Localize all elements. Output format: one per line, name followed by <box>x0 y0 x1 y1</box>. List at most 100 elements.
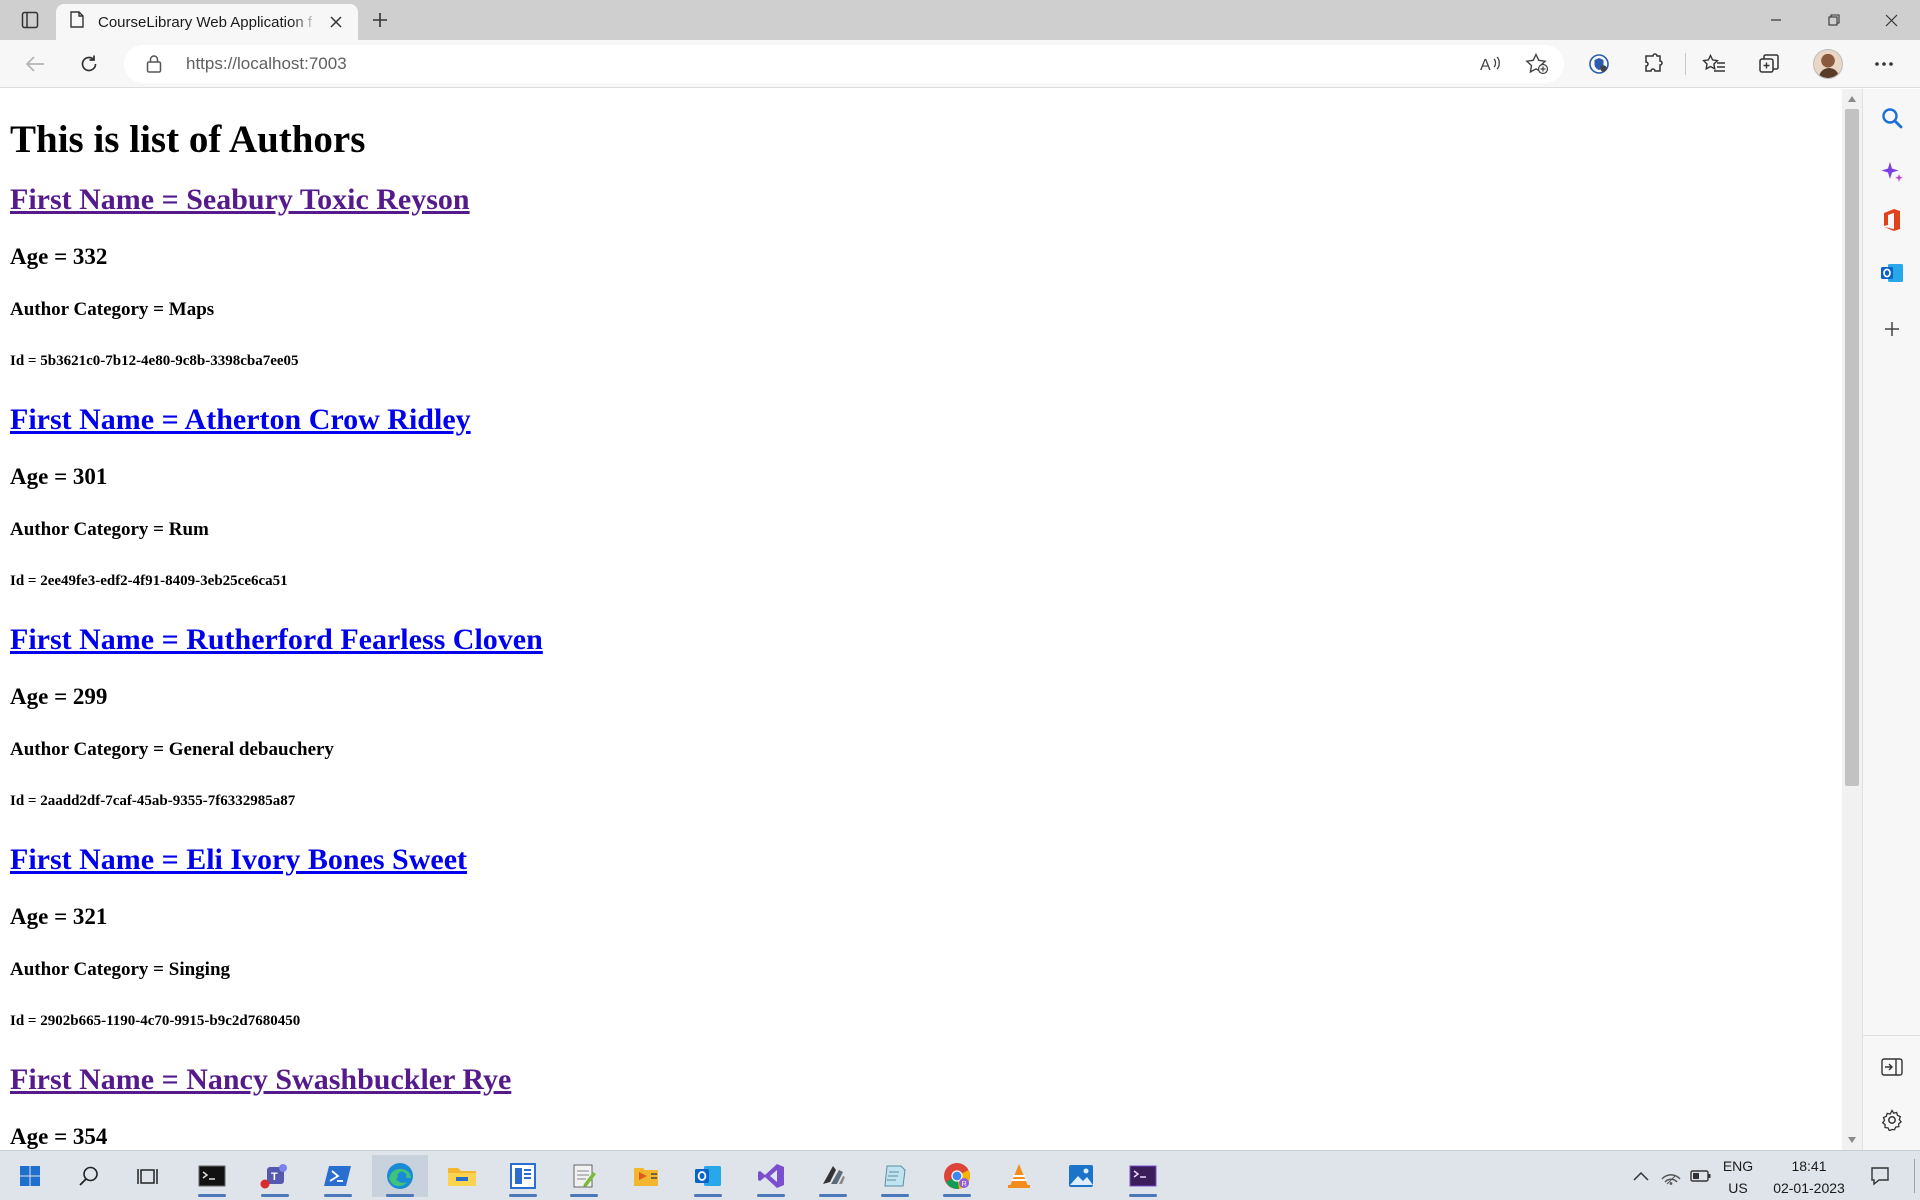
add-favorite-icon[interactable] <box>1522 50 1552 78</box>
notes-app-icon[interactable] <box>867 1155 923 1197</box>
address-bar[interactable]: https://localhost:7003 A <box>124 45 1564 83</box>
wifi-icon[interactable] <box>1659 1164 1683 1188</box>
photos-app-icon[interactable] <box>1053 1155 1109 1197</box>
browser-essentials-icon[interactable] <box>1582 48 1616 80</box>
running-indicator <box>324 1194 352 1197</box>
teams-app-icon[interactable]: T <box>247 1155 303 1197</box>
url-text[interactable]: https://localhost:7003 <box>186 54 347 74</box>
add-sidebar-app-icon[interactable] <box>1878 315 1906 343</box>
favorites-icon[interactable] <box>1697 48 1731 80</box>
tab-title: CourseLibrary Web Application f <box>98 13 312 31</box>
battery-icon[interactable] <box>1689 1164 1713 1188</box>
lock-icon[interactable] <box>146 54 162 78</box>
show-hidden-icons-chevron-icon[interactable] <box>1629 1164 1653 1188</box>
toolbar-separator <box>1685 53 1686 75</box>
restore-button[interactable] <box>1805 0 1863 40</box>
author-id: Id = 2ee49fe3-edf2-4f91-8409-3eb25ce6ca5… <box>10 573 288 589</box>
outlook-app-icon[interactable] <box>680 1155 736 1197</box>
show-desktop-button[interactable] <box>1914 1159 1915 1193</box>
search-icon[interactable] <box>1878 104 1906 132</box>
sidebar-divider <box>1863 1035 1920 1036</box>
page-content: This is list of Authors First Name = Sea… <box>0 89 1842 1150</box>
running-indicator <box>570 1194 598 1197</box>
author-id: Id = 2902b665-1190-4c70-9915-b9c2d768045… <box>10 1013 301 1029</box>
author-id: Id = 5b3621c0-7b12-4e80-9c8b-3398cba7ee0… <box>10 353 299 369</box>
author-name-link[interactable]: First Name = Eli Ivory Bones Sweet <box>10 845 467 875</box>
running-indicator <box>509 1194 537 1197</box>
running-indicator <box>1129 1194 1157 1197</box>
outlook-icon[interactable] <box>1878 259 1906 287</box>
running-indicator <box>198 1194 226 1197</box>
collections-icon[interactable] <box>1752 48 1786 80</box>
hide-sidebar-icon[interactable] <box>1878 1053 1906 1081</box>
author-age: Age = 299 <box>10 684 108 709</box>
tab-actions-icon[interactable] <box>14 6 46 34</box>
author-age: Age = 354 <box>10 1124 108 1149</box>
author-age: Age = 301 <box>10 464 108 489</box>
author-entry: First Name = Atherton Crow Ridley Age = … <box>10 405 1832 589</box>
browser-tab[interactable]: CourseLibrary Web Application f <box>56 4 358 40</box>
chrome-app-icon[interactable]: R <box>929 1155 985 1197</box>
svg-text:T: T <box>271 1171 278 1183</box>
refresh-button[interactable] <box>72 48 106 80</box>
edge-sidebar <box>1862 89 1920 1150</box>
svg-text:R: R <box>962 1181 967 1188</box>
page-scrollbar[interactable] <box>1842 89 1862 1150</box>
terminal-app-icon[interactable] <box>184 1155 240 1197</box>
visual-studio-app-icon[interactable] <box>743 1155 799 1197</box>
clock[interactable]: 18:41 02-01-2023 <box>1766 1159 1852 1195</box>
author-entry: First Name = Seabury Toxic Reyson Age = … <box>10 185 1832 369</box>
office-icon[interactable] <box>1878 206 1906 234</box>
scroll-down-arrow-icon[interactable] <box>1842 1132 1862 1148</box>
file-transfer-app-icon[interactable] <box>618 1155 674 1197</box>
running-indicator <box>261 1194 289 1197</box>
file-explorer-icon[interactable] <box>434 1155 490 1197</box>
author-name-link[interactable]: First Name = Nancy Swashbuckler Rye <box>10 1065 511 1095</box>
git-client-app-icon[interactable] <box>805 1155 861 1197</box>
author-name-link[interactable]: First Name = Atherton Crow Ridley <box>10 405 471 435</box>
extensions-icon[interactable] <box>1636 48 1670 80</box>
task-view-icon[interactable] <box>120 1155 176 1197</box>
settings-more-icon[interactable] <box>1867 48 1901 80</box>
profile-avatar[interactable] <box>1813 49 1843 79</box>
tab-close-icon[interactable] <box>324 10 348 34</box>
browser-toolbar: https://localhost:7003 A <box>0 40 1920 88</box>
running-indicator <box>694 1194 722 1197</box>
visual-studio-installer-icon[interactable] <box>495 1155 551 1197</box>
author-entry: First Name = Nancy Swashbuckler Rye Age … <box>10 1065 1832 1149</box>
read-aloud-icon[interactable]: A <box>1476 50 1506 78</box>
author-name-link[interactable]: First Name = Rutherford Fearless Cloven <box>10 625 543 655</box>
edge-app-icon[interactable] <box>372 1155 428 1197</box>
author-entry: First Name = Eli Ivory Bones Sweet Age =… <box>10 845 1832 1029</box>
running-indicator <box>386 1194 414 1197</box>
svg-text:A: A <box>1480 57 1491 73</box>
notification-center-icon[interactable] <box>1868 1164 1892 1188</box>
author-id: Id = 2aadd2df-7caf-45ab-9355-7f6332985a8… <box>10 793 296 809</box>
author-name-link[interactable]: First Name = Seabury Toxic Reyson <box>10 185 470 215</box>
discover-sparkle-icon[interactable] <box>1878 158 1906 186</box>
running-indicator <box>757 1194 785 1197</box>
author-category: Author Category = Maps <box>10 299 215 320</box>
language-code: ENG <box>1722 1158 1754 1174</box>
clock-time: 18:41 <box>1791 1158 1827 1174</box>
windows-taskbar: T R ENG US 18:41 02-01-2023 <box>0 1150 1920 1200</box>
close-window-button[interactable] <box>1862 0 1920 40</box>
page-favicon-icon <box>70 11 84 33</box>
terminal-purple-app-icon[interactable] <box>1115 1155 1171 1197</box>
author-age: Age = 321 <box>10 904 108 929</box>
start-button[interactable] <box>2 1155 58 1197</box>
back-button[interactable] <box>18 48 52 80</box>
minimize-button[interactable] <box>1747 0 1805 40</box>
language-indicator[interactable]: ENG US <box>1720 1159 1756 1195</box>
new-tab-button[interactable] <box>366 6 394 34</box>
search-taskbar-icon[interactable] <box>61 1155 117 1197</box>
notepad-plus-plus-icon[interactable] <box>556 1155 612 1197</box>
vlc-app-icon[interactable] <box>991 1155 1047 1197</box>
sidebar-settings-gear-icon[interactable] <box>1878 1106 1906 1134</box>
powershell-app-icon[interactable] <box>310 1155 366 1197</box>
page-title: This is list of Authors <box>10 118 366 161</box>
scrollbar-thumb[interactable] <box>1845 109 1859 786</box>
scroll-up-arrow-icon[interactable] <box>1842 91 1862 107</box>
keyboard-layout-code: US <box>1728 1180 1748 1196</box>
page-viewport: This is list of Authors First Name = Sea… <box>0 89 1842 1150</box>
